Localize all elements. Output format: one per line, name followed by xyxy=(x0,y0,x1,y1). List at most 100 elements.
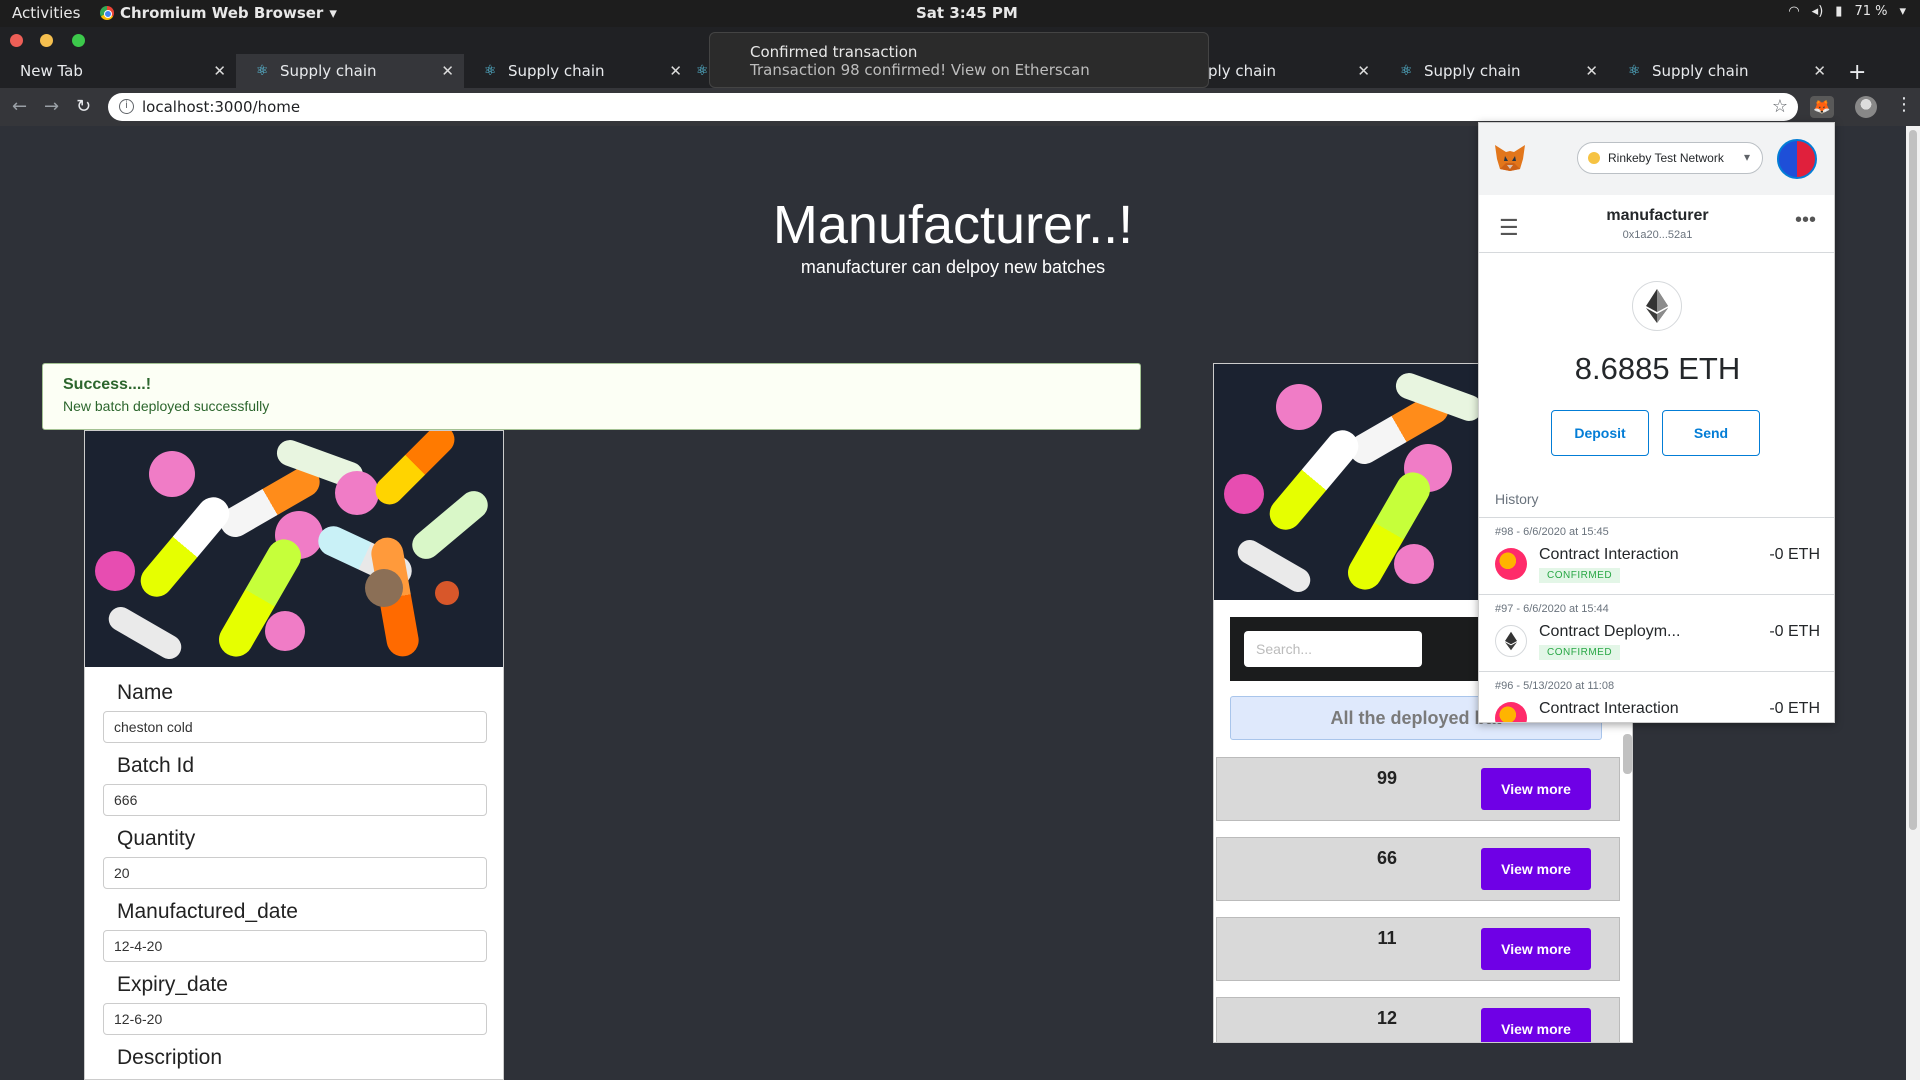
react-icon: ⚛ xyxy=(1400,63,1413,79)
tab-label: New Tab xyxy=(20,62,83,80)
batch-number: 12 xyxy=(1376,1008,1398,1028)
expiry-date-input[interactable]: 12-6-20 xyxy=(103,1003,487,1035)
system-tray[interactable]: ◠ ◂) ▮ 71 % ▾ xyxy=(1788,4,1906,19)
activities-button[interactable]: Activities xyxy=(12,4,80,22)
view-more-button[interactable]: View more xyxy=(1481,768,1591,810)
close-tab-icon[interactable]: ✕ xyxy=(213,62,226,80)
tab-supply-chain[interactable]: ⚛ Supply chain ✕ xyxy=(1380,54,1608,88)
browser-menu-icon[interactable]: ⋮ xyxy=(1895,94,1913,115)
close-tab-icon[interactable]: ✕ xyxy=(669,62,682,80)
success-alert: Success....! New batch deployed successf… xyxy=(42,363,1141,430)
search-input[interactable]: Search... xyxy=(1244,631,1422,667)
quantity-input[interactable]: 20 xyxy=(103,857,487,889)
account-name[interactable]: manufacturer xyxy=(1479,207,1834,225)
browser-toolbar: ← → ↻ i localhost:3000/home ☆ 🦊 ⋮ xyxy=(0,88,1920,126)
back-button[interactable]: ← xyxy=(12,96,27,117)
minimize-window-button[interactable] xyxy=(40,34,53,47)
battery-level: 71 % xyxy=(1854,4,1888,19)
close-tab-icon[interactable]: ✕ xyxy=(1357,62,1370,80)
reload-button[interactable]: ↻ xyxy=(76,96,91,117)
notification-message: Transaction 98 confirmed! View on Ethers… xyxy=(750,61,1090,79)
clock[interactable]: Sat 3:45 PM xyxy=(916,4,1018,22)
new-tab-button[interactable]: + xyxy=(1848,60,1866,85)
list-scrollbar[interactable] xyxy=(1623,734,1632,774)
close-tab-icon[interactable]: ✕ xyxy=(1585,62,1598,80)
field-label-expiry-date: Expiry_date xyxy=(117,973,228,996)
volume-icon: ◂) xyxy=(1811,4,1824,19)
tab-label: Supply chain xyxy=(280,62,377,80)
transaction-item[interactable]: #97 - 6/6/2020 at 15:44 Contract Deploym… xyxy=(1479,595,1834,671)
tab-supply-chain[interactable]: ⚛ Supply chain ✕ xyxy=(464,54,692,88)
tab-supply-chain[interactable]: ⚛ Supply chain ✕ xyxy=(1608,54,1836,88)
view-more-button[interactable]: View more xyxy=(1481,1008,1591,1042)
transaction-meta: #96 - 5/13/2020 at 11:08 xyxy=(1495,680,1615,692)
metamask-extension-icon[interactable]: 🦊 xyxy=(1810,96,1834,118)
transaction-status: CONFIRMED xyxy=(1539,568,1621,583)
system-top-bar: Activities Chromium Web Browser ▾ Sat 3:… xyxy=(0,0,1920,27)
transaction-meta: #98 - 6/6/2020 at 15:45 xyxy=(1495,526,1609,538)
tab-supply-chain-active[interactable]: ⚛ Supply chain ✕ xyxy=(236,54,464,88)
page-scrollbar[interactable] xyxy=(1906,126,1920,1080)
bookmark-star-icon[interactable]: ☆ xyxy=(1772,96,1788,117)
maximize-window-button[interactable] xyxy=(72,34,85,47)
account-bar: ☰ manufacturer 0x1a20...52a1 ••• xyxy=(1479,195,1834,253)
forward-button[interactable]: → xyxy=(44,96,59,117)
contract-icon xyxy=(1495,702,1527,722)
transaction-item[interactable]: #96 - 5/13/2020 at 11:08 Contract Intera… xyxy=(1479,672,1834,722)
alert-header: Success....! xyxy=(63,376,152,393)
field-label-batch-id: Batch Id xyxy=(117,754,195,777)
tab-new-tab[interactable]: New Tab ✕ xyxy=(0,54,236,88)
name-input[interactable]: cheston cold xyxy=(103,711,487,743)
field-label-manufactured-date: Manufactured_date xyxy=(117,900,298,923)
address-bar[interactable]: i localhost:3000/home ☆ xyxy=(108,93,1798,121)
network-name: Rinkeby Test Network xyxy=(1608,151,1724,165)
history-heading: History xyxy=(1495,491,1539,507)
scrollbar-thumb[interactable] xyxy=(1909,130,1917,830)
ethereum-diamond-icon xyxy=(1646,289,1668,323)
metamask-popup: Rinkeby Test Network ▾ ☰ manufacturer 0x… xyxy=(1478,122,1835,723)
transaction-amount: -0 ETH xyxy=(1769,700,1820,717)
account-address[interactable]: 0x1a20...52a1 xyxy=(1479,229,1834,241)
deposit-button[interactable]: Deposit xyxy=(1551,410,1649,456)
url-text: localhost:3000/home xyxy=(142,98,301,116)
transaction-item[interactable]: #98 - 6/6/2020 at 15:45 Contract Interac… xyxy=(1479,518,1834,594)
batch-id-input[interactable]: 666 xyxy=(103,784,487,816)
profile-avatar[interactable] xyxy=(1855,96,1877,118)
ethereum-icon xyxy=(1495,625,1527,657)
tab-label: Supply chain xyxy=(1424,62,1521,80)
field-label-quantity: Quantity xyxy=(117,827,196,850)
notification-title: Confirmed transaction xyxy=(750,43,918,61)
tab-supply-chain-partial[interactable]: ply chain ✕ xyxy=(1180,54,1380,88)
view-more-button[interactable]: View more xyxy=(1481,928,1591,970)
transaction-status: CONFIRMED xyxy=(1539,645,1621,660)
alert-message: New batch deployed successfully xyxy=(63,398,270,414)
ethereum-diamond-icon xyxy=(1505,631,1517,651)
batch-number: 66 xyxy=(1376,848,1398,868)
tab-label: Supply chain xyxy=(1652,62,1749,80)
react-icon: ⚛ xyxy=(484,63,497,79)
notification-toast[interactable]: Confirmed transaction Transaction 98 con… xyxy=(709,32,1209,88)
close-tab-icon[interactable]: ✕ xyxy=(441,62,454,80)
transaction-title: Contract Deploym... xyxy=(1539,623,1681,640)
send-button[interactable]: Send xyxy=(1662,410,1760,456)
tab-label: ply chain xyxy=(1208,62,1276,80)
contract-icon xyxy=(1495,548,1527,580)
close-window-button[interactable] xyxy=(10,34,23,47)
chromium-icon xyxy=(100,6,114,20)
wifi-icon: ◠ xyxy=(1788,4,1800,19)
close-tab-icon[interactable]: ✕ xyxy=(1813,62,1826,80)
chevron-down-icon: ▾ xyxy=(329,4,337,22)
info-icon[interactable]: i xyxy=(119,99,134,114)
network-selector[interactable]: Rinkeby Test Network ▾ xyxy=(1577,142,1763,174)
account-avatar[interactable] xyxy=(1777,139,1817,179)
pills-image xyxy=(85,431,503,667)
transaction-title: Contract Interaction xyxy=(1539,546,1679,563)
view-more-button[interactable]: View more xyxy=(1481,848,1591,890)
react-icon: ⚛ xyxy=(1628,63,1641,79)
manufactured-date-input[interactable]: 12-4-20 xyxy=(103,930,487,962)
react-icon: ⚛ xyxy=(696,63,709,79)
chevron-down-icon: ▾ xyxy=(1899,4,1906,19)
batch-row: 66 View more xyxy=(1216,837,1620,901)
more-options-icon[interactable]: ••• xyxy=(1795,209,1816,232)
app-menu[interactable]: Chromium Web Browser ▾ xyxy=(100,4,337,22)
